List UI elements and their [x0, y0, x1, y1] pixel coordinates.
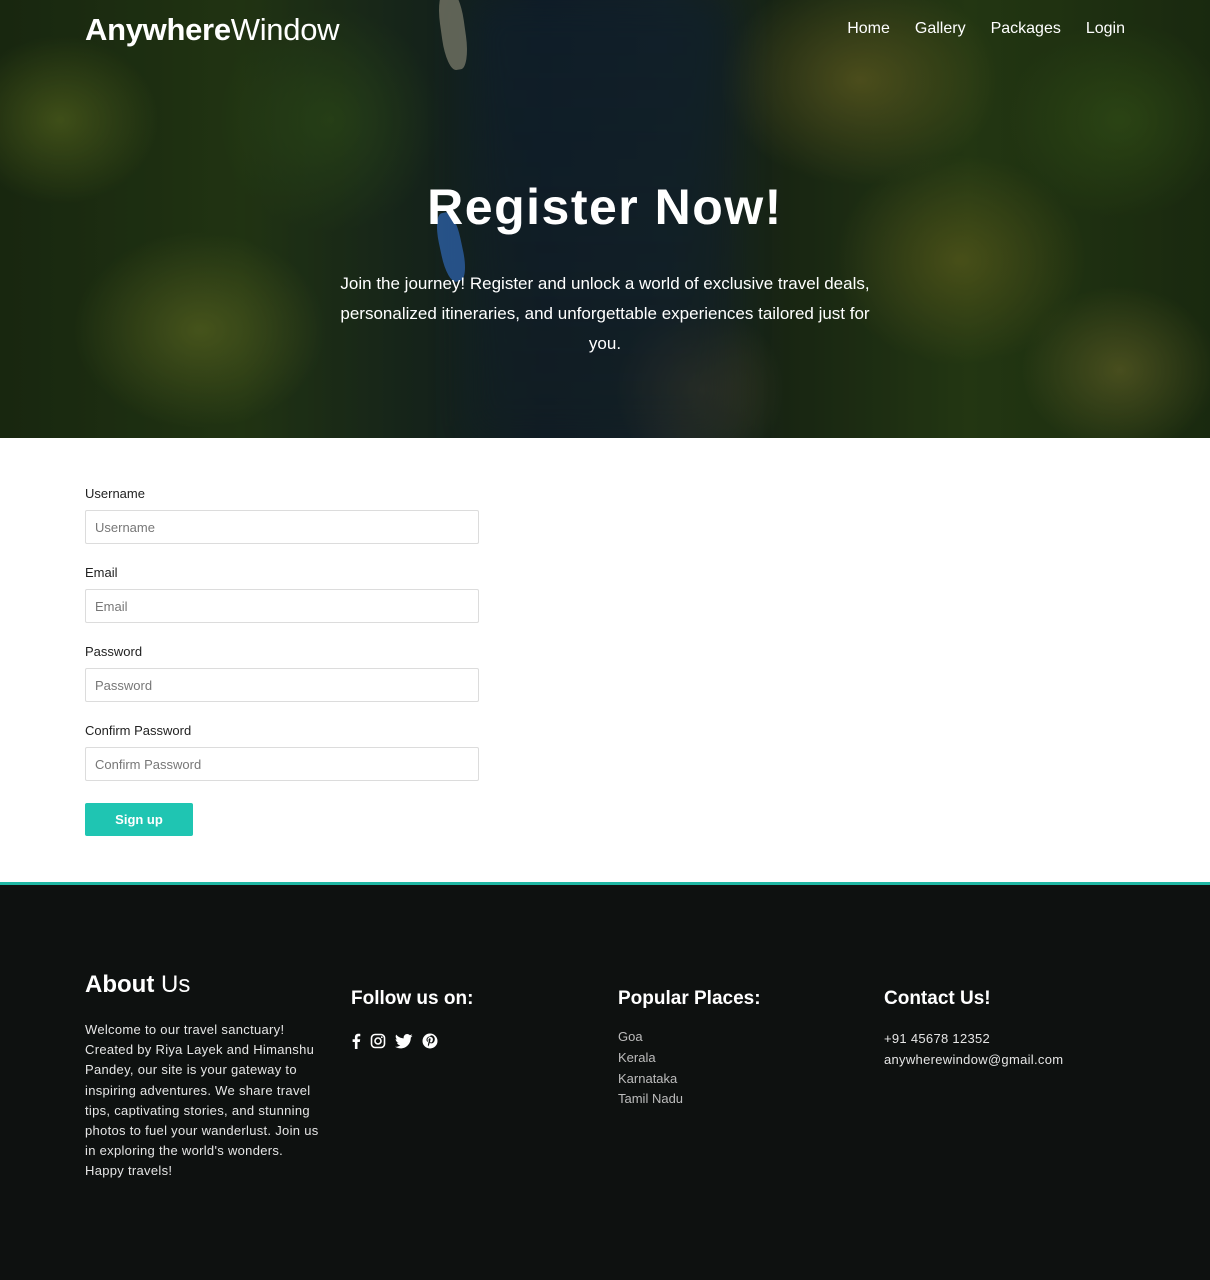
place-item-goa[interactable]: Goa [618, 1027, 683, 1048]
confirm-password-group: Confirm Password [85, 723, 479, 781]
email-label: Email [85, 565, 118, 580]
password-label: Password [85, 644, 143, 659]
top-nav: AnywhereWindow Home Gallery Packages Log… [0, 0, 1210, 60]
register-form: Username Email Password Confirm Password… [85, 486, 479, 836]
email-group: Email [85, 565, 479, 623]
username-label: Username [85, 486, 145, 501]
confirm-password-input[interactable] [85, 747, 479, 781]
place-item-karnataka[interactable]: Karnataka [618, 1069, 683, 1090]
pinterest-icon[interactable] [422, 1033, 438, 1049]
footer: About Us Welcome to our travel sanctuary… [0, 882, 1210, 1280]
twitter-icon[interactable] [395, 1033, 413, 1049]
contact-email[interactable]: anywherewindow@gmail.com [884, 1050, 1063, 1071]
facebook-icon[interactable] [351, 1033, 361, 1049]
password-group: Password [85, 644, 479, 702]
brand-logo[interactable]: AnywhereWindow [85, 12, 340, 48]
password-input[interactable] [85, 668, 479, 702]
contact-phone: +91 45678 12352 [884, 1031, 991, 1046]
places-list: Goa Kerala Karnataka Tamil Nadu [618, 1027, 683, 1110]
social-icons [351, 1033, 438, 1049]
username-input[interactable] [85, 510, 479, 544]
contact-details: +91 45678 12352 anywherewindow@gmail.com [884, 1029, 1063, 1070]
nav-item-gallery[interactable]: Gallery [915, 20, 966, 38]
hero-banner: AnywhereWindow Home Gallery Packages Log… [0, 0, 1210, 438]
page-title: Register Now! [427, 179, 783, 235]
email-input[interactable] [85, 589, 479, 623]
about-title: About Us [85, 971, 190, 999]
sign-up-button[interactable]: Sign up [85, 803, 193, 836]
follow-title: Follow us on: [351, 988, 474, 1009]
brand-logo-light: Window [230, 12, 340, 47]
about-title-light: Us [154, 971, 191, 998]
confirm-password-label: Confirm Password [85, 723, 192, 738]
about-text: Welcome to our travel sanctuary! Created… [85, 1022, 319, 1179]
place-item-tamil-nadu[interactable]: Tamil Nadu [618, 1089, 683, 1110]
instagram-icon[interactable] [370, 1033, 386, 1049]
username-group: Username [85, 486, 479, 544]
brand-logo-bold: Anywhere [85, 12, 231, 47]
nav-item-home[interactable]: Home [847, 20, 890, 38]
nav-item-packages[interactable]: Packages [991, 20, 1061, 38]
nav-item-login[interactable]: Login [1086, 20, 1125, 38]
contact-title: Contact Us! [884, 988, 991, 1009]
place-item-kerala[interactable]: Kerala [618, 1048, 683, 1069]
nav-menu: Home Gallery Packages Login [847, 20, 1125, 38]
places-title: Popular Places: [618, 988, 761, 1009]
about-title-bold: About [85, 971, 155, 998]
hero-subtitle: Join the journey! Register and unlock a … [340, 274, 870, 353]
